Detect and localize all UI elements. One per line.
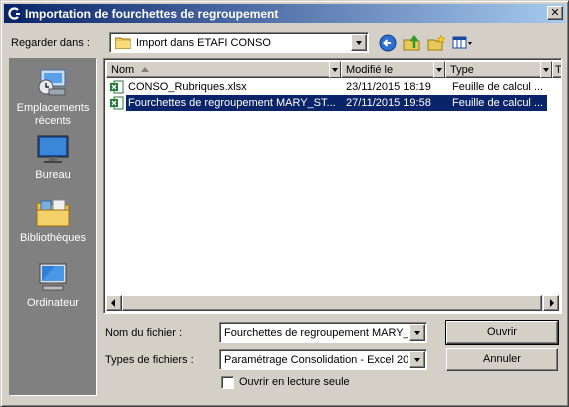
sort-ascending-icon	[141, 67, 149, 72]
column-name-label: Nom	[111, 64, 135, 76]
excel-file-icon	[110, 80, 124, 94]
place-computer[interactable]: Ordinateur	[10, 262, 96, 310]
column-header-extra[interactable]: T	[552, 61, 562, 78]
back-button[interactable]	[377, 32, 399, 53]
scroll-thumb[interactable]	[122, 295, 542, 311]
scroll-left-button[interactable]	[106, 295, 122, 311]
computer-icon	[39, 263, 67, 291]
column-header-type[interactable]: Type	[445, 61, 542, 78]
filetype-dropdown-arrow[interactable]	[409, 351, 425, 368]
filetype-label: Types de fichiers :	[105, 354, 194, 366]
place-desktop[interactable]: Bureau	[10, 134, 96, 182]
place-libraries-label: Bibliothèques	[19, 232, 87, 244]
column-extra-label: T	[555, 64, 562, 76]
excel-file-icon	[110, 96, 124, 110]
file-list[interactable]: Nom Modifié le Type T CONSO_Rubriques.xl…	[103, 58, 562, 314]
close-icon: ✕	[550, 7, 560, 19]
filename-label: Nom du fichier :	[105, 327, 183, 339]
filetype-value: Paramétrage Consolidation - Excel 200	[224, 354, 408, 366]
horizontal-scrollbar[interactable]	[106, 295, 559, 311]
title-bar[interactable]: Importation de fourchettes de regroupeme…	[4, 4, 565, 23]
folder-icon	[115, 37, 131, 49]
new-folder-button[interactable]	[425, 32, 447, 53]
back-icon	[379, 34, 397, 52]
scroll-right-button[interactable]	[543, 295, 559, 311]
window-title: Importation de fourchettes de regroupeme…	[25, 7, 279, 21]
filename-value[interactable]: Fourchettes de regroupement MARY_S	[224, 327, 408, 339]
look-in-value: Import dans ETAFI CONSO	[136, 37, 271, 49]
look-in-combo[interactable]: Import dans ETAFI CONSO	[109, 32, 369, 53]
views-menu-button[interactable]	[450, 32, 476, 53]
close-button[interactable]: ✕	[547, 6, 563, 20]
column-modified-dropdown[interactable]	[433, 61, 445, 78]
up-folder-icon	[403, 35, 420, 51]
column-modified-label: Modifié le	[346, 64, 394, 76]
dialog-window: Importation de fourchettes de regroupeme…	[0, 0, 569, 407]
open-button-label: Ouvrir	[487, 326, 517, 338]
column-type-dropdown[interactable]	[540, 61, 552, 78]
place-recent[interactable]: Emplacements récents	[10, 67, 96, 128]
views-menu-icon	[452, 36, 472, 49]
places-bar: Emplacements récents Bureau Bibliothèque…	[9, 58, 97, 396]
file-name: CONSO_Rubriques.xlsx	[128, 81, 247, 93]
look-in-dropdown-arrow[interactable]	[351, 34, 367, 51]
app-icon	[7, 6, 22, 21]
readonly-label[interactable]: Ouvrir en lecture seule	[239, 376, 350, 388]
desktop-icon	[37, 135, 69, 163]
readonly-checkbox[interactable]	[221, 376, 234, 389]
column-type-label: Type	[450, 64, 474, 76]
filename-dropdown-arrow[interactable]	[409, 324, 425, 341]
place-recent-label: Emplacements récents	[16, 102, 90, 127]
place-libraries[interactable]: Bibliothèques	[10, 197, 96, 245]
file-modified: 23/11/2015 18:19	[346, 81, 431, 93]
look-in-label: Regarder dans :	[11, 37, 90, 49]
recent-places-icon	[38, 69, 66, 96]
file-modified: 27/11/2015 19:58	[346, 97, 431, 109]
column-header-modified[interactable]: Modifié le	[341, 61, 435, 78]
column-header-name[interactable]: Nom	[106, 61, 331, 78]
file-name: Fourchettes de regroupement MARY_ST...	[128, 97, 336, 109]
place-computer-label: Ordinateur	[27, 297, 79, 309]
filename-combo[interactable]: Fourchettes de regroupement MARY_S	[219, 322, 427, 343]
file-type: Feuille de calcul ...	[452, 81, 544, 93]
file-row[interactable]: CONSO_Rubriques.xlsx 23/11/2015 18:19 Fe…	[106, 79, 547, 95]
file-type: Feuille de calcul ...	[452, 97, 544, 109]
file-row-selected[interactable]: Fourchettes de regroupement MARY_ST... 2…	[106, 95, 547, 111]
column-name-dropdown[interactable]	[329, 61, 341, 78]
new-folder-icon	[427, 34, 445, 51]
place-desktop-label: Bureau	[35, 169, 71, 181]
filetype-combo[interactable]: Paramétrage Consolidation - Excel 200	[219, 349, 427, 370]
libraries-icon	[36, 199, 70, 227]
cancel-button[interactable]: Annuler	[446, 348, 558, 371]
up-folder-button[interactable]	[401, 32, 423, 53]
open-button[interactable]: Ouvrir	[445, 320, 559, 345]
cancel-button-label: Annuler	[483, 353, 521, 365]
